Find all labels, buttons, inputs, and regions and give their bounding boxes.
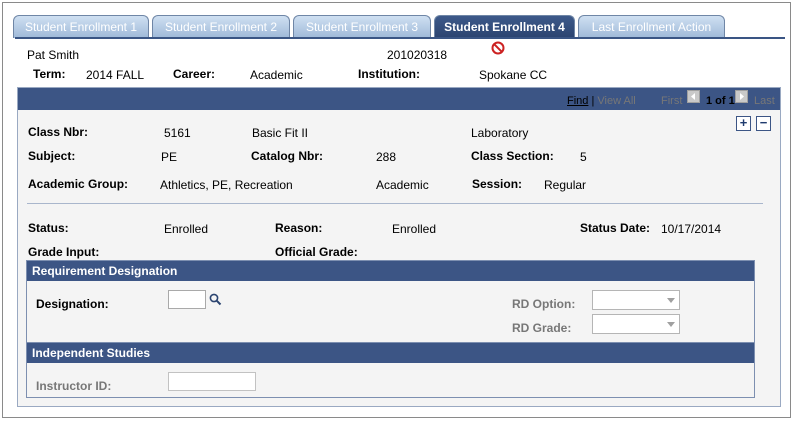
status-date-label: Status Date:: [580, 221, 651, 235]
tab-label: Student Enrollment 3: [305, 20, 419, 34]
designation-label: Designation:: [36, 297, 109, 311]
institution-value: Spokane CC: [479, 68, 548, 82]
tab-student-enrollment-4[interactable]: Student Enrollment 4: [434, 15, 575, 38]
subject-value: PE: [161, 150, 178, 164]
tab-student-enrollment-1[interactable]: Student Enrollment 1: [13, 15, 149, 38]
career-value: Academic: [250, 68, 303, 82]
instructor-id-input[interactable]: [168, 372, 256, 391]
independent-studies-box: Independent Studies: [26, 342, 755, 398]
chevron-down-icon: [667, 322, 675, 327]
session-value: Regular: [544, 178, 587, 192]
instructor-id-label: Instructor ID:: [36, 379, 112, 393]
tab-label: Student Enrollment 4: [444, 20, 565, 34]
official-grade-label: Official Grade:: [275, 245, 358, 259]
tab-underline: [15, 37, 785, 39]
status-label: Status:: [28, 221, 69, 235]
student-name: Pat Smith: [27, 48, 80, 62]
tab-student-enrollment-3[interactable]: Student Enrollment 3: [293, 15, 431, 38]
stop-icon: [491, 41, 505, 58]
nav-separator: |: [591, 95, 595, 107]
section-divider: [27, 203, 763, 204]
class-nbr-value: 5161: [164, 126, 191, 140]
institution-label: Institution:: [358, 67, 420, 81]
status-date-value: 10/17/2014: [661, 222, 722, 236]
academic-group-label: Academic Group:: [28, 177, 129, 191]
term-label: Term:: [33, 67, 66, 81]
chevron-down-icon: [667, 298, 675, 303]
rd-option-label: RD Option:: [512, 297, 576, 311]
reason-label: Reason:: [275, 221, 323, 235]
component-value: Laboratory: [471, 126, 529, 140]
rd-grade-select[interactable]: [592, 314, 680, 334]
grade-input-label: Grade Input:: [28, 245, 100, 259]
tab-student-enrollment-2[interactable]: Student Enrollment 2: [152, 15, 290, 38]
first-arrow-icon[interactable]: [687, 90, 700, 104]
class-section-label: Class Section:: [471, 149, 554, 163]
nav-first-label: First: [661, 95, 683, 107]
course-title: Basic Fit II: [252, 126, 309, 140]
page-frame: Student Enrollment 1 Student Enrollment …: [2, 2, 791, 418]
requirement-designation-title: Requirement Designation: [27, 261, 754, 281]
row-position: 1 of 1: [706, 95, 735, 107]
subject-label: Subject:: [28, 149, 76, 163]
session-label: Session:: [472, 177, 523, 191]
tab-label: Student Enrollment 1: [24, 20, 138, 34]
tab-label: Last Enrollment Action: [591, 20, 712, 34]
find-link[interactable]: Find: [567, 95, 588, 107]
independent-studies-title: Independent Studies: [27, 343, 754, 363]
status-value: Enrolled: [164, 222, 209, 236]
academic-group-career: Academic: [376, 178, 429, 192]
term-value: 2014 FALL: [86, 68, 145, 82]
last-arrow-icon[interactable]: [735, 90, 748, 104]
remove-row-button[interactable]: −: [756, 116, 771, 131]
class-nbr-label: Class Nbr:: [28, 125, 89, 139]
rd-grade-label: RD Grade:: [512, 321, 572, 335]
reason-value: Enrolled: [392, 222, 437, 236]
tab-last-enrollment-action[interactable]: Last Enrollment Action: [578, 15, 725, 38]
view-all-link[interactable]: View All: [597, 95, 635, 107]
rd-option-select[interactable]: [592, 290, 680, 310]
class-section-value: 5: [580, 150, 587, 164]
search-icon[interactable]: [209, 293, 222, 309]
add-row-button[interactable]: +: [736, 116, 751, 131]
career-label: Career:: [173, 67, 216, 81]
tab-label: Student Enrollment 2: [164, 20, 278, 34]
student-id: 201020318: [387, 48, 448, 62]
designation-input[interactable]: [168, 290, 206, 309]
catalog-nbr-label: Catalog Nbr:: [251, 149, 323, 163]
catalog-nbr-value: 288: [376, 150, 397, 164]
grid-navigation: Find | View All: [567, 95, 636, 107]
academic-group-value: Athletics, PE, Recreation: [160, 178, 293, 192]
nav-last-label: Last: [754, 95, 775, 107]
